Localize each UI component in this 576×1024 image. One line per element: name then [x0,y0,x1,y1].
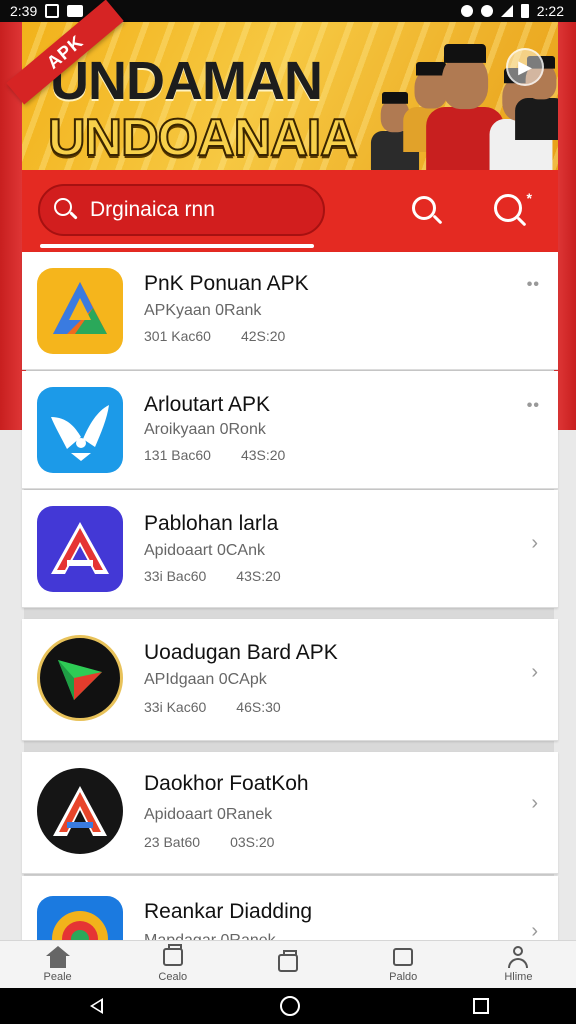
app-meta-size: 46S:30 [236,699,281,715]
notification-icon [45,4,60,18]
bottom-nav: Peale Cealo Paldo Hlime [0,940,576,988]
clipboard-icon [161,944,185,968]
app-meta-size: 03S:20 [230,834,275,850]
app-icon [37,387,123,473]
battery-icon [520,4,529,18]
profile-icon [506,946,530,968]
app-meta: 131 Bac60 43S:20 [144,447,285,463]
app-name: Daokhor FoatKoh [144,772,309,795]
app-meta: 33i Bac60 43S:20 [144,568,281,584]
app-meta: 33i Kac60 46S:30 [144,699,281,715]
search-icon [54,198,78,222]
status-left: 2:39 [10,3,84,19]
app-meta-size: 43S:20 [236,568,281,584]
smart-search-icon[interactable]: * [494,190,532,230]
app-icon [37,768,123,854]
back-icon[interactable] [87,996,107,1016]
app-meta-count: 33i Kac60 [144,699,207,715]
app-icon [37,896,123,945]
app-meta-count: 131 Bac60 [144,447,211,463]
nav-profile[interactable]: Hlime [461,941,576,988]
chevron-right-icon[interactable]: › [531,532,538,555]
app-icon [37,506,123,592]
app-name: Pablohan larla [144,512,279,535]
more-icon[interactable]: •• [527,397,540,415]
list-item[interactable]: PnK Ponuan APK APKyaan 0Rank 301 Kac60 4… [22,252,558,370]
search-section: Drginaica rnn * [22,170,558,252]
status-right: 2:22 [460,3,564,19]
app-meta-size: 42S:20 [240,328,286,344]
status-time-left: 2:39 [10,3,38,19]
nav-label: Cealo [158,971,188,983]
app-subtitle: Apidoaart 0CAnk [144,542,265,559]
chevron-right-icon[interactable]: › [531,792,538,815]
app-subtitle: APKyaan 0Rank [144,302,262,319]
app-meta-size: 43S:20 [240,447,286,463]
folder-icon [67,5,84,17]
app-meta-count: 301 Kac60 [144,328,211,344]
app-name: Uoadugan Bard APK [144,641,338,664]
search-icon[interactable] [412,196,444,228]
nav-calendar[interactable] [230,941,345,988]
home-icon [45,946,70,968]
active-tab-indicator [40,244,314,248]
app-meta-count: 33i Bac60 [144,568,207,584]
list-item[interactable]: Uoadugan Bard APK APIdgaan 0CApk 33i Kac… [22,619,558,741]
recents-icon[interactable] [473,998,490,1014]
system-nav-bar [0,988,576,1024]
nav-label: Hlime [504,971,533,983]
alarm-icon [460,5,473,17]
chevron-right-icon[interactable]: › [531,661,538,684]
app-subtitle: Aroikyaan 0Ronk [144,421,266,438]
list-item[interactable]: Arloutart APK Aroikyaan 0Ronk 131 Bac60 … [22,371,558,489]
vpn-icon [480,5,493,17]
app-name: Reankar Diadding [144,900,313,923]
banner-headline-1: UNDAMAN [50,51,323,111]
nav-label: Paldo [389,971,418,983]
play-badge-icon[interactable]: ▶ [506,48,544,86]
app-subtitle: Apidoaart 0Ranek [144,806,273,823]
nav-label: Peale [43,971,72,983]
calendar-icon [276,950,300,974]
app-name: PnK Ponuan APK [144,272,309,295]
app-meta: 23 Bat60 03S:20 [144,834,274,850]
app-meta: 301 Kac60 42S:20 [144,328,285,344]
background-lower-left [0,430,24,950]
inbox-icon [391,946,415,968]
status-time-right: 2:22 [536,3,564,19]
app-icon [37,635,123,721]
nav-inbox[interactable]: Paldo [346,941,461,988]
banner-people-image [308,22,558,170]
wifi-icon [500,5,513,17]
promo-banner[interactable]: UNDAMAN UNDOANAIA ▶ [22,22,558,170]
list-item[interactable]: Reankar Diadding Mapdagar 0Ranek › [22,876,558,946]
nav-clipboard[interactable]: Cealo [115,941,230,988]
nav-home[interactable]: Peale [0,941,115,988]
app-icon [37,268,123,354]
app-name: Arloutart APK [144,393,271,416]
search-input[interactable]: Drginaica rnn [38,184,325,236]
app-subtitle: APIdgaan 0CApk [144,671,267,688]
home-circle-icon[interactable] [279,996,300,1016]
list-item[interactable]: Daokhor FoatKoh Apidoaart 0Ranek 23 Bat6… [22,752,558,874]
search-query: Drginaica rnn [90,198,215,221]
more-icon[interactable]: •• [527,276,540,294]
list-item[interactable]: Pablohan larla Apidoaart 0CAnk 33i Bac60… [22,490,558,608]
app-screen: 2:39 2:22 UNDAMAN UNDOANAIA ▶ APK Drgina… [0,0,576,1024]
app-meta-count: 23 Bat60 [144,834,201,850]
